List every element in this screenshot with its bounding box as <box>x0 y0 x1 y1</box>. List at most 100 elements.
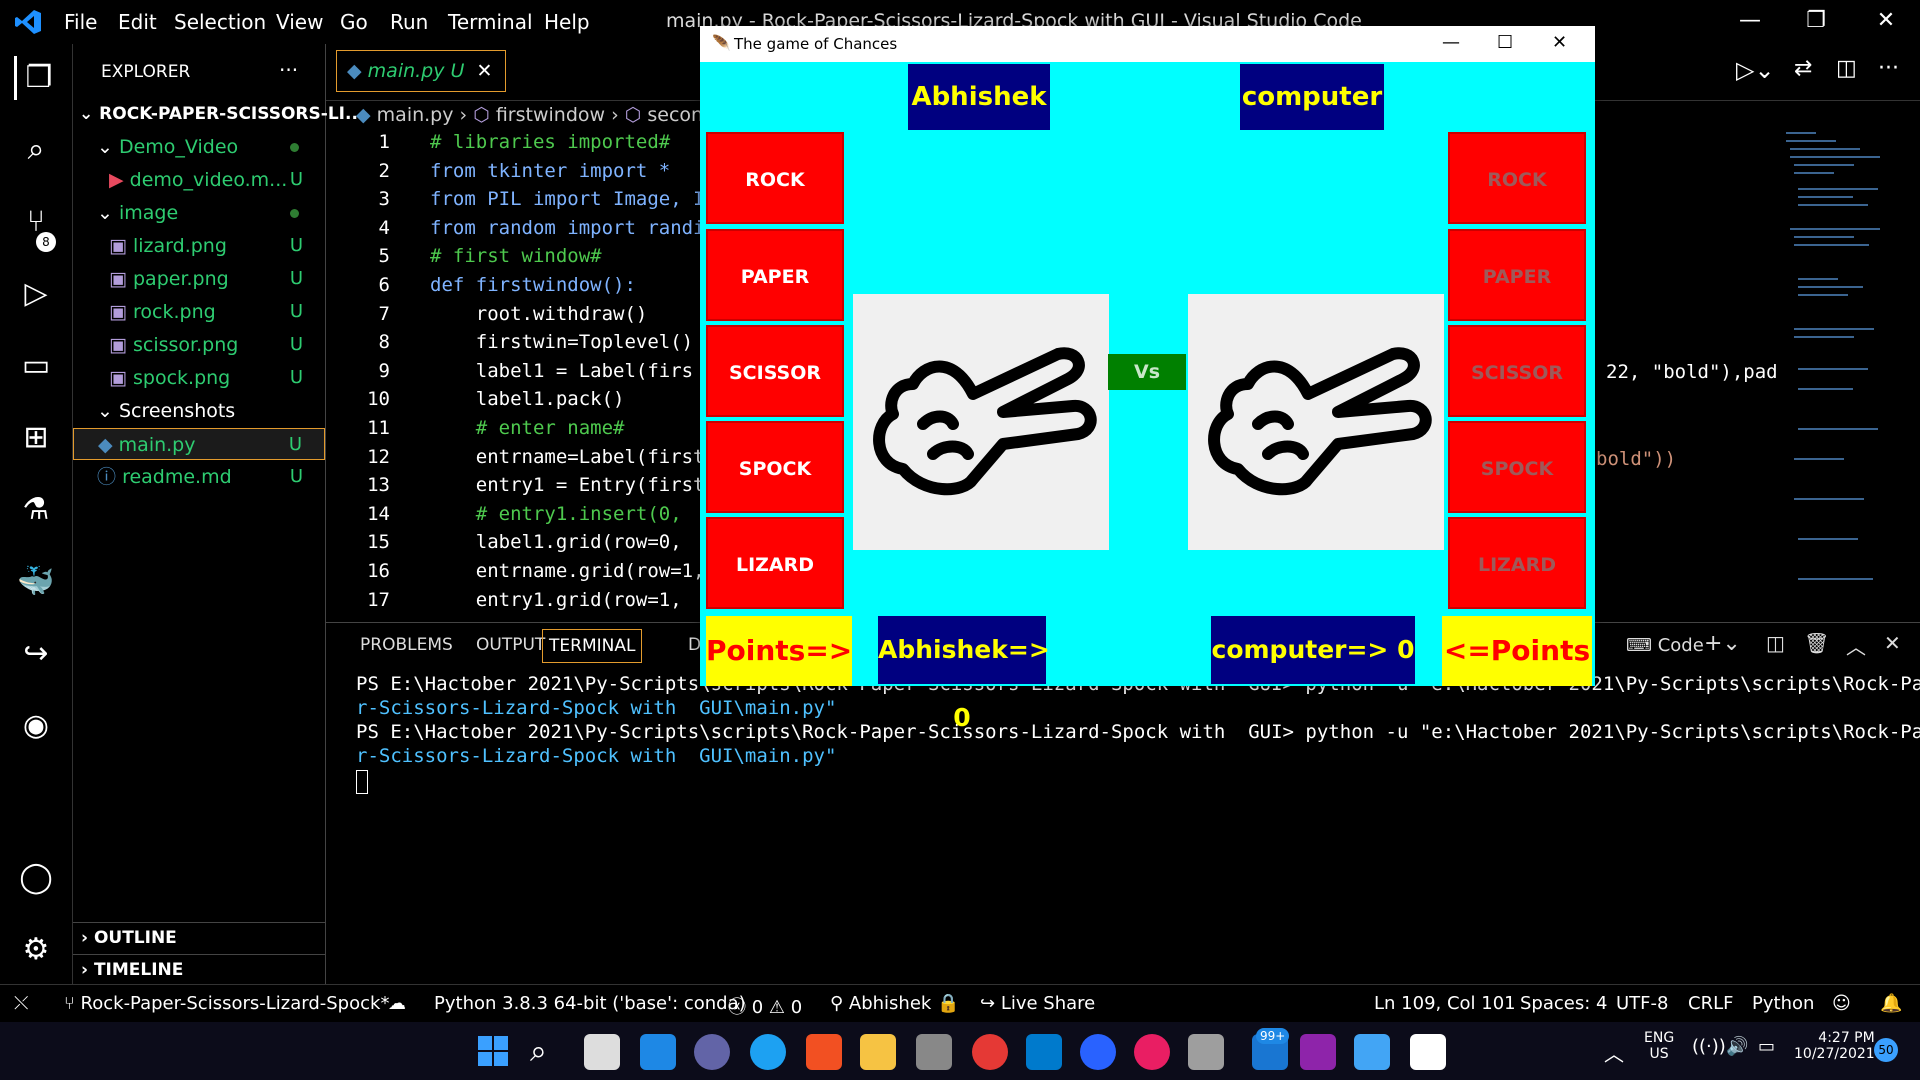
windows-start-icon[interactable] <box>476 1034 512 1070</box>
tab-problems[interactable]: PROBLEMS <box>360 635 453 655</box>
cursor-position[interactable]: Ln 109, Col 101 <box>1374 993 1516 1014</box>
line-ending[interactable]: CRLF <box>1688 993 1733 1014</box>
sync-icon[interactable]: ☁ <box>388 993 406 1014</box>
document-icon[interactable] <box>1410 1034 1446 1070</box>
file-rock-png[interactable]: ▣ rock.png U <box>73 296 325 328</box>
task-view-icon[interactable] <box>584 1034 620 1070</box>
new-terminal-icon[interactable]: +⌄ <box>1704 631 1741 656</box>
player-scissor-button[interactable]: SCISSOR <box>706 325 844 417</box>
volume-icon[interactable]: 🔊 <box>1726 1036 1748 1057</box>
menu-help[interactable]: Help <box>544 10 590 34</box>
menu-view[interactable]: View <box>276 10 323 34</box>
folder-image[interactable]: ⌄ image <box>73 197 325 229</box>
player-rock-button[interactable]: ROCK <box>706 132 844 224</box>
clock[interactable]: 4:27 PM 10/27/2021 <box>1794 1030 1875 1062</box>
chrome-icon[interactable] <box>972 1034 1008 1070</box>
more-actions-icon[interactable]: ··· <box>279 58 298 82</box>
extensions-icon[interactable]: ⊞ <box>14 416 58 460</box>
app-icon[interactable] <box>1080 1034 1116 1070</box>
github-icon[interactable]: ◉ <box>14 704 58 748</box>
search-icon[interactable]: ⌕ <box>14 128 58 172</box>
player-paper-button[interactable]: PAPER <box>706 229 844 321</box>
file-demo-video[interactable]: ▶ demo_video.m... U <box>73 164 325 196</box>
minimize-icon[interactable]: — <box>1730 8 1770 36</box>
run-file-icon[interactable]: ▷⌄ <box>1736 56 1775 84</box>
teams-chat-icon[interactable] <box>694 1034 730 1070</box>
remote-icon[interactable]: ⤬ <box>14 993 28 1014</box>
notifications-bell-icon[interactable]: 🔔 <box>1880 993 1902 1014</box>
edge-browser-icon[interactable] <box>750 1034 786 1070</box>
folder-demo-video[interactable]: ⌄ Demo_Video <box>73 131 325 163</box>
menu-go[interactable]: Go <box>340 10 368 34</box>
indentation[interactable]: Spaces: 4 <box>1520 993 1607 1014</box>
file-main-py[interactable]: ◆ main.py U <box>73 428 325 460</box>
terminal-shell-selector[interactable]: ⌨ Code <box>1626 635 1704 656</box>
remote-explorer-icon[interactable]: ▭ <box>14 344 58 388</box>
player-lizard-button[interactable]: LIZARD <box>706 517 844 609</box>
folder-screenshots[interactable]: ⌄ Screenshots <box>73 395 325 427</box>
menu-run[interactable]: Run <box>390 10 428 34</box>
explorer-icon[interactable]: ❐ <box>14 56 61 100</box>
menu-edit[interactable]: Edit <box>118 10 157 34</box>
account-icon[interactable]: ◯ <box>14 856 58 900</box>
breadcrumb-function[interactable]: firstwindow <box>496 104 605 126</box>
file-scissor-png[interactable]: ▣ scissor.png U <box>73 329 325 361</box>
more-actions-icon[interactable]: ··· <box>1878 56 1899 81</box>
close-panel-icon[interactable]: ✕ <box>1884 631 1901 655</box>
git-branch[interactable]: ⑂ Rock-Paper-Scissors-Lizard-Spock* <box>64 993 389 1014</box>
snipping-tool-icon[interactable] <box>916 1034 952 1070</box>
kill-terminal-icon[interactable]: 🗑 <box>1804 631 1829 655</box>
chevron-up-icon[interactable]: ︿ <box>1604 1038 1624 1067</box>
close-tab-icon[interactable]: ✕ <box>477 60 493 82</box>
problems-count[interactable]: ⓧ 0 ⚠ 0 <box>728 993 802 1019</box>
language-mode[interactable]: Python <box>1752 993 1814 1014</box>
outline-section[interactable]: › OUTLINE <box>73 922 325 953</box>
docker-icon[interactable]: 🐳 <box>14 560 58 604</box>
store-icon[interactable] <box>806 1034 842 1070</box>
run-debug-icon[interactable]: ▷ <box>14 272 58 316</box>
close-icon[interactable]: ✕ <box>1866 8 1906 36</box>
encoding[interactable]: UTF-8 <box>1616 993 1668 1014</box>
file-explorer-icon[interactable] <box>860 1034 896 1070</box>
maximize-panel-icon[interactable]: ︿ <box>1846 631 1866 660</box>
file-readme-md[interactable]: ⓘ readme.md U <box>73 461 325 493</box>
menu-file[interactable]: File <box>64 10 97 34</box>
timeline-section[interactable]: › TIMELINE <box>73 954 325 985</box>
close-icon[interactable]: ✕ <box>1552 32 1567 53</box>
widgets-icon[interactable] <box>640 1034 676 1070</box>
minimap[interactable] <box>1786 128 1906 618</box>
git-app-icon[interactable] <box>1300 1034 1336 1070</box>
account-status[interactable]: ⚲ Abhishek 🔒 <box>830 993 960 1014</box>
split-terminal-icon[interactable]: ◫ <box>1766 631 1785 655</box>
live-share-status[interactable]: ↪ Live Share <box>980 993 1095 1014</box>
slack-icon[interactable] <box>1134 1034 1170 1070</box>
wifi-icon[interactable]: ((·)) <box>1692 1036 1726 1057</box>
testing-icon[interactable]: ⚗ <box>14 488 58 532</box>
tab-main-py[interactable]: ◆ main.py U ✕ <box>336 50 506 92</box>
input-language[interactable]: ENG US <box>1644 1030 1674 1062</box>
battery-icon[interactable]: ▭ <box>1758 1036 1775 1057</box>
settings-gear-icon[interactable]: ⚙ <box>14 928 58 972</box>
menu-selection[interactable]: Selection <box>174 10 266 34</box>
breadcrumb-file[interactable]: main.py <box>377 104 454 126</box>
feedback-icon[interactable]: ☺ <box>1832 993 1851 1014</box>
menu-terminal[interactable]: Terminal <box>448 10 533 34</box>
restore-icon[interactable]: ❐ <box>1796 8 1836 36</box>
tab-terminal[interactable]: TERMINAL <box>542 629 643 663</box>
file-lizard-png[interactable]: ▣ lizard.png U <box>73 230 325 262</box>
search-icon[interactable]: ⌕ <box>530 1034 566 1070</box>
breadcrumb-function-2[interactable]: secon <box>647 104 703 126</box>
file-spock-png[interactable]: ▣ spock.png U <box>73 362 325 394</box>
file-paper-png[interactable]: ▣ paper.png U <box>73 263 325 295</box>
workspace-root[interactable]: ⌄ ROCK-PAPER-SCISSORS-LI... <box>73 98 364 130</box>
minimize-icon[interactable]: — <box>1442 32 1460 53</box>
live-share-icon[interactable]: ↪ <box>14 632 58 676</box>
vscode-taskbar-icon[interactable] <box>1026 1034 1062 1070</box>
tab-output[interactable]: OUTPUT <box>476 635 545 655</box>
notification-count[interactable]: 50 <box>1874 1038 1898 1062</box>
box-app-icon[interactable] <box>1188 1034 1224 1070</box>
python-interpreter[interactable]: Python 3.8.3 64-bit ('base': conda) <box>434 993 746 1014</box>
compare-changes-icon[interactable]: ⇄ <box>1794 56 1812 81</box>
notepad-icon[interactable] <box>1354 1034 1390 1070</box>
split-editor-icon[interactable]: ◫ <box>1836 56 1857 81</box>
